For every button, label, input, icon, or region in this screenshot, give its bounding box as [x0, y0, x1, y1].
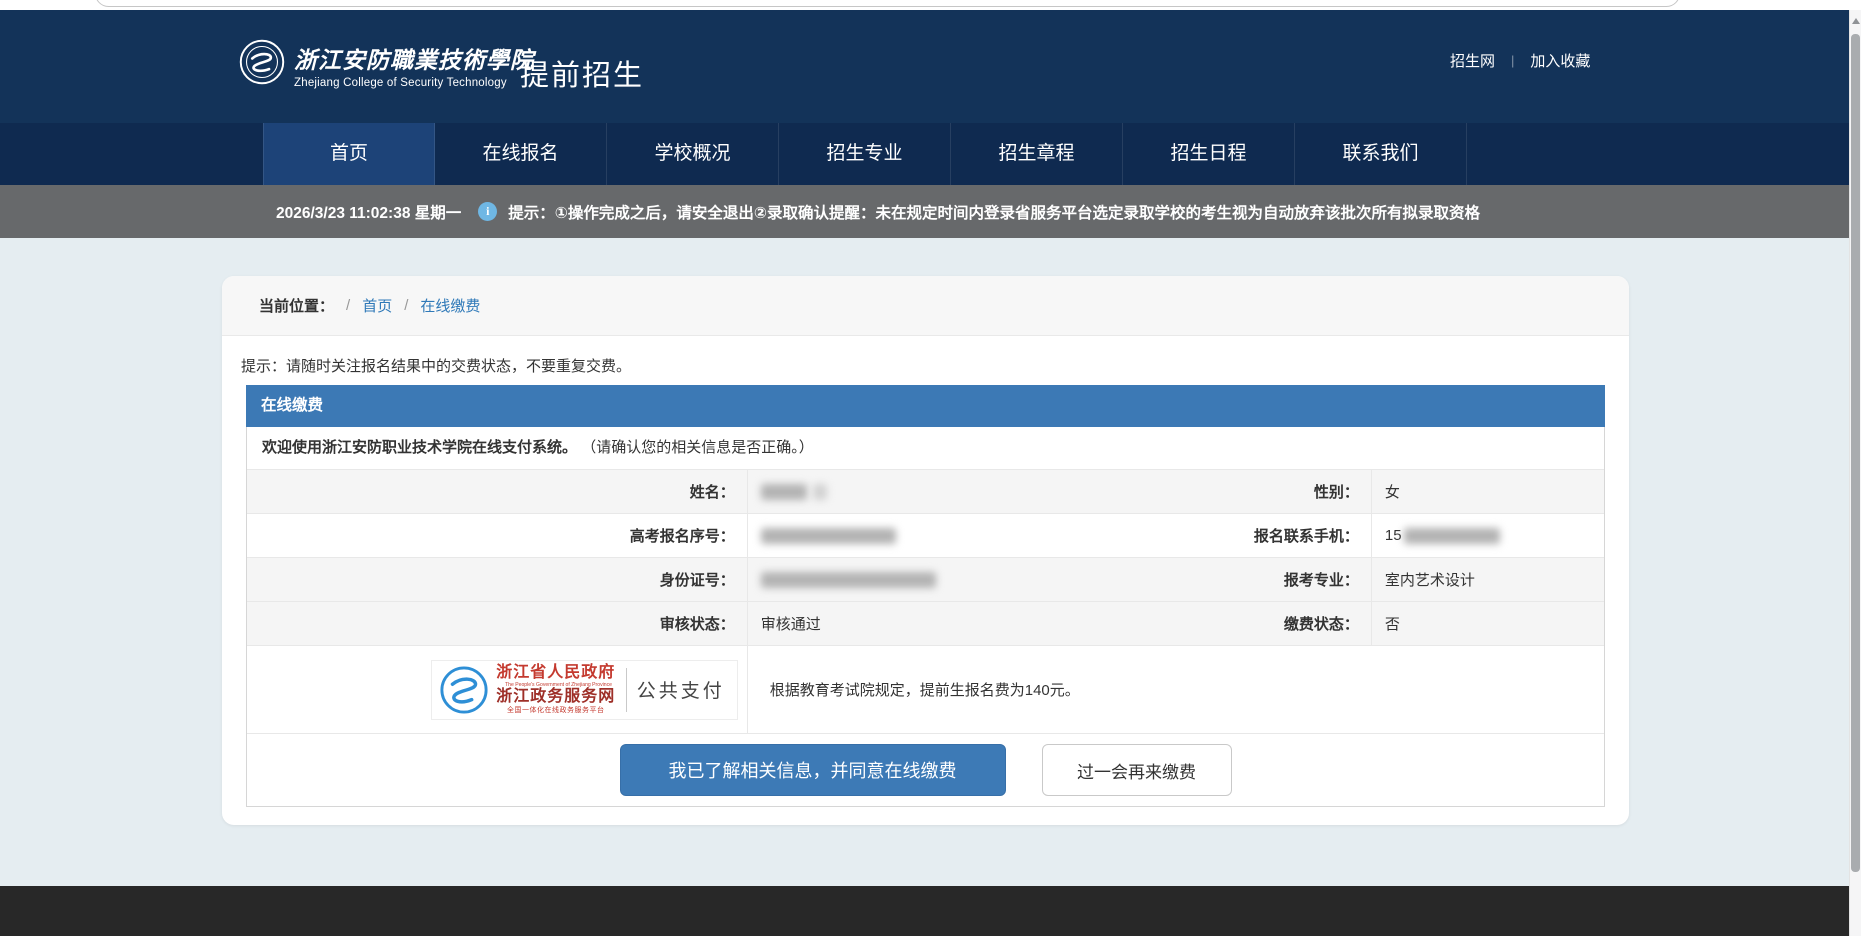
field-label: 报考专业： [1107, 558, 1372, 601]
breadcrumb-label: 当前位置： [259, 295, 334, 316]
field-label: 性别： [1107, 470, 1372, 513]
school-name-zh: 浙江安防職業技術學院 [294, 48, 534, 74]
main-navigation: 首页在线报名学校概况招生专业招生章程招生日程联系我们 [0, 123, 1849, 185]
field-value [748, 514, 1108, 557]
field-label: 姓名： [247, 470, 748, 513]
gov-emblem-icon [439, 665, 489, 715]
nav-tab-5[interactable]: 招生日程 [1123, 123, 1295, 185]
payment-provider-cell: 浙江省人民政府 The People's Government of Zheji… [247, 646, 748, 733]
welcome-text: 欢迎使用浙江安防职业技术学院在线支付系统。 [262, 439, 577, 456]
action-button-row: 我已了解相关信息，并同意在线缴费 过一会再来缴费 [247, 734, 1604, 806]
site-footer [0, 886, 1849, 936]
notice-text: 提示：①操作完成之后，请安全退出②录取确认提醒：未在规定时间内登录省服务平台选定… [508, 201, 1480, 223]
value-text: 否 [1385, 613, 1400, 634]
scrollbar-up-arrow-icon[interactable] [1852, 18, 1860, 24]
breadcrumb-separator: / [404, 297, 408, 314]
info-icon: i [478, 202, 497, 221]
nav-tab-6[interactable]: 联系我们 [1295, 123, 1467, 185]
redacted-value-blob [761, 484, 807, 500]
gov-line3: 全国一体化在线政务服务平台 [496, 707, 616, 714]
field-label: 身份证号： [247, 558, 748, 601]
fee-note: 根据教育考试院规定，提前生报名费为140元。 [748, 646, 1604, 733]
field-label: 高考报名序号： [247, 514, 748, 557]
site: 浙江安防職業技術學院 Zhejiang College of Security … [0, 10, 1849, 936]
redacted-value-blob [813, 484, 827, 500]
gov-logo-divider [626, 668, 627, 712]
school-name-block: 浙江安防職業技術學院 Zhejiang College of Security … [294, 48, 534, 90]
field-value [748, 470, 1108, 513]
payment-card: 当前位置： / 首页 / 在线缴费 提示：请随时关注报名结果中的交费状态，不要重… [222, 276, 1629, 825]
admission-site-link[interactable]: 招生网 [1450, 50, 1495, 71]
applicant-info-table: 姓名： 性别： 女高考报名序号： 报名联系手机： 15 身份证号： 报考专业： 室内艺术设计审… [247, 470, 1604, 646]
field-value: 室内艺术设计 [1372, 558, 1604, 601]
gov-line2: 浙江政务服务网 [496, 689, 616, 705]
scrollbar-thumb[interactable] [1851, 34, 1860, 872]
pay-later-button[interactable]: 过一会再来缴费 [1042, 744, 1232, 796]
redacted-value-blob [761, 528, 896, 544]
nav-tab-3[interactable]: 招生专业 [779, 123, 951, 185]
nav-tab-4[interactable]: 招生章程 [951, 123, 1123, 185]
notice-bar: 2026/3/23 11:02:38 星期一 i 提示：①操作完成之后，请安全退… [0, 185, 1849, 238]
field-value: 15 [1372, 514, 1604, 557]
field-label: 报名联系手机： [1107, 514, 1372, 557]
school-name-en: Zhejiang College of Security Technology [294, 76, 534, 90]
gov-logo-text: 浙江省人民政府 The People's Government of Zheji… [496, 665, 616, 714]
site-header: 浙江安防職業技術學院 Zhejiang College of Security … [0, 10, 1849, 123]
browser-address-bar[interactable] [95, 0, 1680, 7]
header-links-divider: | [1511, 53, 1514, 68]
nav-tab-2[interactable]: 学校概况 [607, 123, 779, 185]
page-title: 提前招生 [520, 52, 644, 94]
gov-line1: 浙江省人民政府 [496, 665, 616, 681]
header-links: 招生网 | 加入收藏 [1450, 50, 1590, 71]
table-row: 审核状态： 审核通过 缴费状态： 否 [247, 602, 1604, 646]
online-payment-panel: 在线缴费 欢迎使用浙江安防职业技术学院在线支付系统。 （请确认您的相关信息是否正… [246, 385, 1605, 807]
nav-tab-1[interactable]: 在线报名 [435, 123, 607, 185]
datetime-text: 2026/3/23 11:02:38 星期一 [276, 201, 461, 223]
page: 浙江安防職業技術學院 Zhejiang College of Security … [0, 0, 1861, 936]
field-value: 否 [1372, 602, 1604, 645]
field-value: 女 [1372, 470, 1604, 513]
welcome-row: 欢迎使用浙江安防职业技术学院在线支付系统。 （请确认您的相关信息是否正确。） [247, 427, 1604, 470]
agree-pay-button[interactable]: 我已了解相关信息，并同意在线缴费 [620, 744, 1006, 796]
payment-provider-row: 浙江省人民政府 The People's Government of Zheji… [247, 646, 1604, 734]
gov-line1-en: The People's Government of Zhejiang Prov… [505, 682, 607, 687]
field-value [748, 558, 1108, 601]
field-value: 审核通过 [748, 602, 1108, 645]
school-emblem-icon [239, 39, 285, 85]
value-text: 室内艺术设计 [1385, 569, 1475, 590]
zhejiang-gov-pay-logo: 浙江省人民政府 The People's Government of Zheji… [431, 660, 738, 720]
panel-title: 在线缴费 [246, 385, 1605, 427]
nav-tab-0[interactable]: 首页 [263, 123, 435, 185]
value-text: 女 [1385, 481, 1400, 502]
public-pay-label: 公共支付 [637, 676, 737, 703]
panel-body: 欢迎使用浙江安防职业技术学院在线支付系统。 （请确认您的相关信息是否正确。） 姓… [246, 427, 1605, 807]
table-row: 姓名： 性别： 女 [247, 470, 1604, 514]
vertical-scrollbar[interactable] [1849, 10, 1861, 936]
content-area: 当前位置： / 首页 / 在线缴费 提示：请随时关注报名结果中的交费状态，不要重… [0, 238, 1849, 886]
field-label: 缴费状态： [1107, 602, 1372, 645]
value-visible-prefix: 15 [1385, 527, 1402, 544]
breadcrumb: 当前位置： / 首页 / 在线缴费 [222, 276, 1629, 336]
breadcrumb-link-home[interactable]: 首页 [362, 295, 392, 316]
table-row: 身份证号： 报考专业： 室内艺术设计 [247, 558, 1604, 602]
field-label: 审核状态： [247, 602, 748, 645]
breadcrumb-link-payment[interactable]: 在线缴费 [420, 295, 480, 316]
add-favorite-link[interactable]: 加入收藏 [1530, 50, 1590, 71]
breadcrumb-separator: / [346, 297, 350, 314]
value-text: 审核通过 [761, 613, 821, 634]
table-row: 高考报名序号： 报名联系手机： 15 [247, 514, 1604, 558]
browser-chrome-strip [0, 0, 1861, 10]
payment-tip-text: 提示：请随时关注报名结果中的交费状态，不要重复交费。 [241, 355, 1605, 376]
redacted-value-blob [1404, 528, 1500, 544]
redacted-value-blob [761, 572, 936, 588]
welcome-note: （请确认您的相关信息是否正确。） [581, 439, 814, 456]
